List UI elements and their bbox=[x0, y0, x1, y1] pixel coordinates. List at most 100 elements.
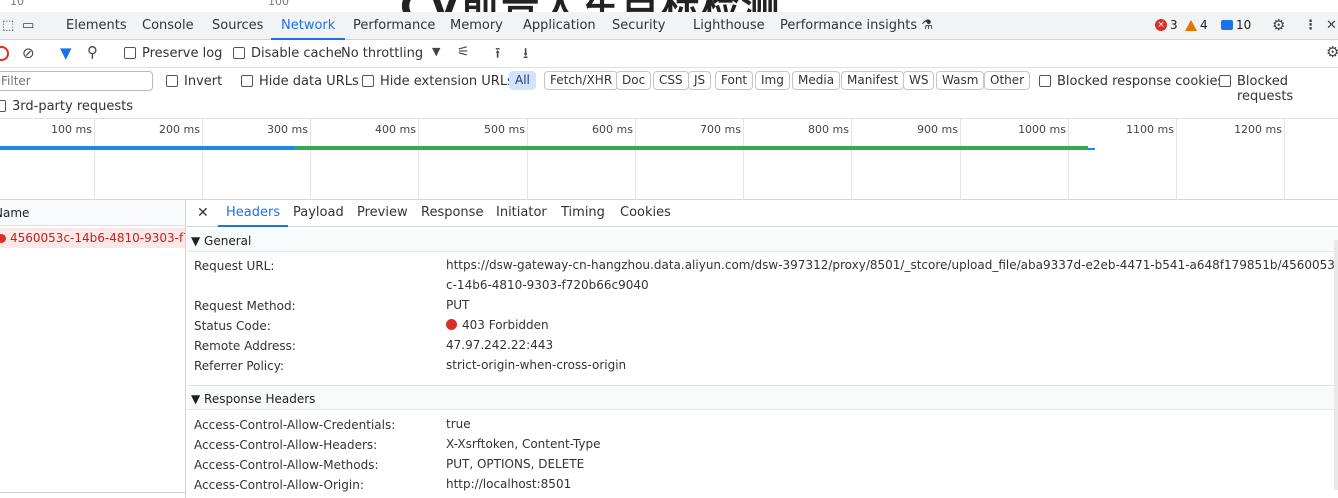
tab-console[interactable]: Console bbox=[142, 12, 194, 40]
request-url-label: Request URL: bbox=[194, 259, 275, 273]
hide-extension-urls-label: Hide extension URLs bbox=[380, 74, 514, 89]
type-filter-wasm[interactable]: Wasm bbox=[936, 71, 985, 90]
timeline-gridline bbox=[310, 119, 311, 201]
import-har-icon[interactable]: ⭱ bbox=[495, 43, 500, 68]
throttling-select[interactable]: No throttling bbox=[341, 46, 423, 61]
timeline-tick-label: 200 ms bbox=[159, 123, 200, 136]
tab-performance-insights[interactable]: Performance insights ⚗ bbox=[780, 12, 933, 40]
timeline-download-bar bbox=[295, 146, 1088, 150]
error-status-icon bbox=[0, 234, 6, 243]
device-toolbar-icon[interactable]: ▭ bbox=[22, 18, 34, 33]
blocked-requests-checkbox[interactable] bbox=[1219, 75, 1231, 87]
tab-cookies[interactable]: Cookies bbox=[620, 200, 671, 227]
request-list: Name 4560053c-14b6-4810-9303-f720b66c904… bbox=[0, 200, 186, 498]
type-filter-js[interactable]: JS bbox=[688, 71, 712, 90]
network-conditions-icon[interactable]: ⚟ bbox=[457, 44, 470, 60]
gear-icon[interactable]: ⚙ bbox=[1272, 16, 1285, 34]
filter-icon[interactable]: ▼ bbox=[60, 44, 72, 62]
network-settings-icon[interactable]: ⚙ bbox=[1326, 43, 1338, 61]
preserve-log-checkbox[interactable] bbox=[124, 47, 136, 59]
message-count: 10 bbox=[1236, 18, 1252, 32]
warning-count-badge[interactable]: 4 bbox=[1185, 18, 1208, 32]
ruler-number: 10 bbox=[10, 0, 24, 8]
tab-lighthouse[interactable]: Lighthouse bbox=[693, 12, 765, 40]
tab-network[interactable]: Network bbox=[270, 12, 346, 40]
response-header-name: Access-Control-Allow-Headers: bbox=[194, 438, 378, 452]
chevron-down-icon[interactable]: ▼ bbox=[432, 45, 440, 58]
status-code-label: Status Code: bbox=[194, 319, 271, 333]
request-details: ✕ Headers Payload Preview Response Initi… bbox=[187, 200, 1338, 498]
type-filter-fetch-xhr[interactable]: Fetch/XHR bbox=[544, 71, 619, 90]
tab-payload[interactable]: Payload bbox=[293, 200, 344, 227]
error-count-badge[interactable]: × 3 bbox=[1155, 18, 1178, 32]
search-icon[interactable]: ⚲ bbox=[87, 43, 98, 61]
tab-headers[interactable]: Headers bbox=[217, 200, 289, 227]
inspect-element-icon[interactable]: ⬚ bbox=[2, 18, 14, 33]
background-page: 10 100 CV前音人车目标检测 bbox=[0, 0, 1338, 12]
type-filter-ws[interactable]: WS bbox=[903, 71, 935, 90]
third-party-row: 3rd-party requests bbox=[0, 94, 1338, 118]
clear-icon[interactable]: ⊘ bbox=[22, 44, 35, 62]
filter-bar: Invert Hide data URLs Hide extension URL… bbox=[0, 68, 1338, 104]
timeline-tick-label: 400 ms bbox=[375, 123, 416, 136]
tab-memory[interactable]: Memory bbox=[450, 12, 503, 40]
export-har-icon[interactable]: ⭳ bbox=[523, 43, 528, 68]
network-toolbar: ⊘ ▼ ⚲ Preserve log Disable cache No thro… bbox=[0, 40, 1338, 68]
tab-elements[interactable]: Elements bbox=[66, 12, 127, 40]
timeline-tail-bar bbox=[1088, 148, 1095, 150]
close-icon[interactable]: ✕ bbox=[1326, 18, 1337, 33]
type-filter-font[interactable]: Font bbox=[715, 71, 754, 90]
details-scrollbar[interactable] bbox=[1334, 240, 1338, 490]
tab-response[interactable]: Response bbox=[421, 200, 483, 227]
disable-cache-checkbox[interactable] bbox=[233, 47, 245, 59]
tab-application[interactable]: Application bbox=[523, 12, 596, 40]
timeline-gridline bbox=[851, 119, 852, 201]
hide-data-urls-checkbox[interactable] bbox=[241, 75, 253, 87]
status-code-value: 403 Forbidden bbox=[446, 315, 1336, 335]
tab-security[interactable]: Security bbox=[612, 12, 665, 40]
tab-timing[interactable]: Timing bbox=[561, 200, 605, 227]
timeline-overview[interactable]: 100 ms 200 ms 300 ms 400 ms 500 ms 600 m… bbox=[0, 118, 1338, 201]
type-filter-other[interactable]: Other bbox=[984, 71, 1031, 90]
timeline-gridline bbox=[1176, 119, 1177, 201]
type-filter-doc[interactable]: Doc bbox=[616, 71, 652, 90]
request-name: 4560053c-14b6-4810-9303-f720b66c9040 bbox=[10, 231, 185, 245]
tab-preview[interactable]: Preview bbox=[357, 200, 408, 227]
response-headers-section-header[interactable]: ▼ Response Headers bbox=[187, 388, 1338, 410]
request-method-value: PUT bbox=[446, 298, 470, 312]
type-filter-media[interactable]: Media bbox=[792, 71, 841, 90]
name-column-header[interactable]: Name bbox=[0, 200, 185, 226]
type-filter-all[interactable]: All bbox=[509, 71, 536, 90]
timeline-tick-label: 1000 ms bbox=[1018, 123, 1066, 136]
third-party-checkbox[interactable] bbox=[0, 100, 6, 112]
tab-initiator[interactable]: Initiator bbox=[496, 200, 547, 227]
timeline-gridline bbox=[743, 119, 744, 201]
blocked-response-cookies-checkbox[interactable] bbox=[1039, 75, 1051, 87]
timeline-gridline bbox=[94, 119, 95, 201]
message-count-badge[interactable]: 10 bbox=[1221, 18, 1251, 32]
general-section-header[interactable]: ▼ General bbox=[187, 230, 1338, 252]
type-filter-img[interactable]: Img bbox=[755, 71, 790, 90]
disable-cache-label: Disable cache bbox=[251, 46, 342, 61]
tab-performance-insights-label: Performance insights bbox=[780, 18, 918, 33]
warning-count: 4 bbox=[1200, 18, 1208, 32]
timeline-gridline bbox=[202, 119, 203, 201]
request-row[interactable]: 4560053c-14b6-4810-9303-f720b66c9040 bbox=[0, 228, 185, 248]
tab-performance[interactable]: Performance bbox=[353, 12, 435, 40]
type-filter-manifest[interactable]: Manifest bbox=[841, 71, 905, 90]
timeline-tick-label: 100 ms bbox=[51, 123, 92, 136]
hide-extension-urls-checkbox[interactable] bbox=[362, 75, 374, 87]
timeline-gridline bbox=[527, 119, 528, 201]
more-options-icon[interactable]: ⋮ bbox=[1304, 18, 1317, 33]
invert-checkbox[interactable] bbox=[166, 75, 178, 87]
warning-icon bbox=[1185, 19, 1197, 31]
referrer-policy-label: Referrer Policy: bbox=[194, 359, 284, 373]
type-filter-css[interactable]: CSS bbox=[653, 71, 689, 90]
tab-sources[interactable]: Sources bbox=[212, 12, 263, 40]
remote-address-label: Remote Address: bbox=[194, 339, 296, 353]
referrer-policy-value: strict-origin-when-cross-origin bbox=[446, 358, 627, 372]
response-header-value: http://localhost:8501 bbox=[446, 477, 572, 491]
close-details-icon[interactable]: ✕ bbox=[197, 200, 209, 227]
filter-input[interactable] bbox=[0, 71, 153, 91]
record-icon[interactable] bbox=[0, 46, 9, 61]
